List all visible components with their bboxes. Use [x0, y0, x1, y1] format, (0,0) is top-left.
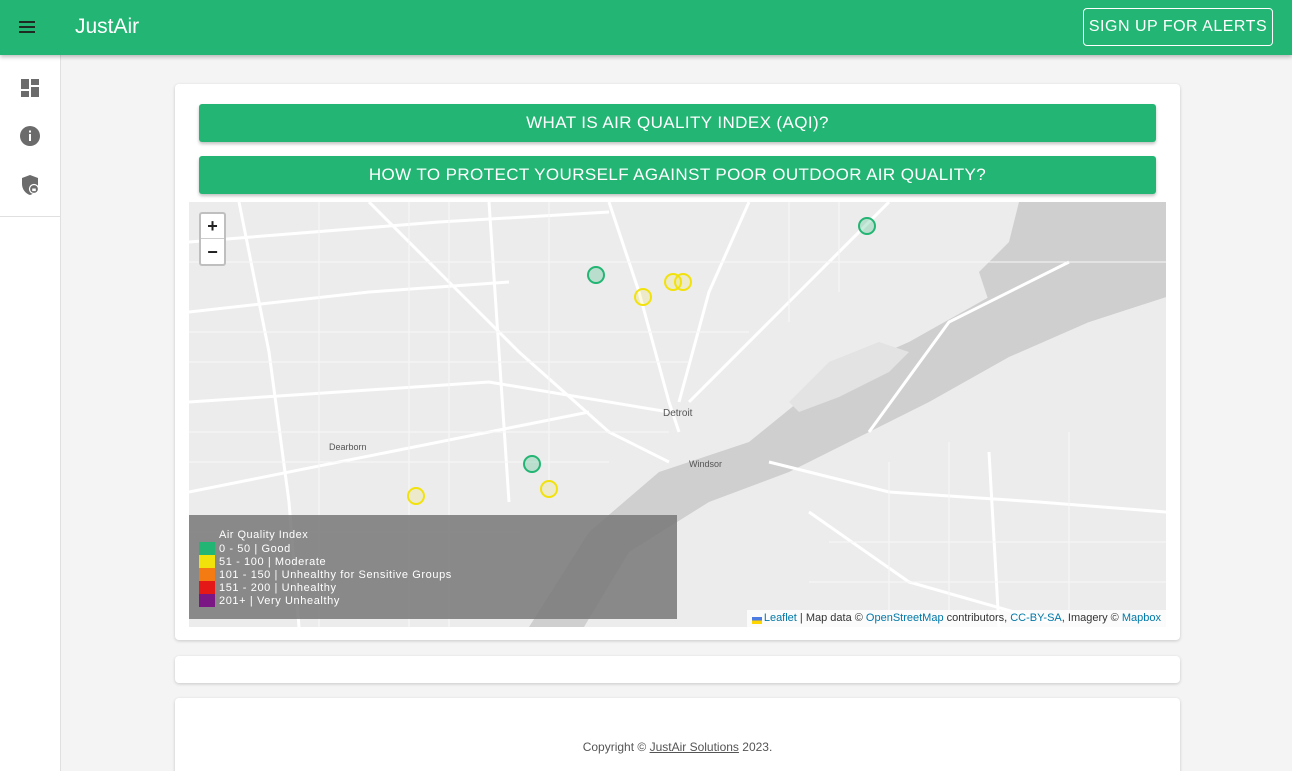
shield-lock-icon[interactable]: [18, 173, 42, 197]
dashboard-icon[interactable]: [18, 76, 42, 100]
legend-swatch-moderate: [199, 555, 215, 568]
aqi-marker-good[interactable]: [858, 217, 876, 235]
company-link[interactable]: JustAir Solutions: [650, 740, 739, 754]
drawer-divider: [0, 216, 60, 217]
info-icon[interactable]: [18, 124, 42, 148]
legend-swatch-good: [199, 542, 215, 555]
map-label-detroit: Detroit: [663, 408, 693, 419]
legend-label: 0 - 50 | Good: [219, 542, 291, 555]
attribution-text: contributors,: [943, 612, 1011, 624]
aqi-marker-moderate[interactable]: [634, 288, 652, 306]
aqi-marker-moderate[interactable]: [407, 487, 425, 505]
copyright-prefix: Copyright ©: [582, 740, 650, 754]
app-bar: JustAir SIGN UP FOR ALERTS: [0, 0, 1292, 55]
mapbox-link[interactable]: Mapbox: [1122, 612, 1161, 624]
aqi-map[interactable]: Detroit Windsor Dearborn + − Air Quality…: [189, 202, 1166, 627]
openstreetmap-link[interactable]: OpenStreetMap: [866, 612, 944, 624]
aqi-marker-good[interactable]: [587, 266, 605, 284]
aqi-marker-moderate[interactable]: [540, 480, 558, 498]
legend-item: 51 - 100 | Moderate: [199, 555, 677, 568]
legend-label: 101 - 150 | Unhealthy for Sensitive Grou…: [219, 568, 452, 581]
legend-swatch-very-unhealthy: [199, 594, 215, 607]
legend-item: 201+ | Very Unhealthy: [199, 594, 677, 607]
empty-card: [175, 656, 1180, 683]
app-title: JustAir: [75, 15, 140, 38]
legend-item: 0 - 50 | Good: [199, 542, 677, 555]
menu-icon[interactable]: [14, 14, 40, 40]
copyright-suffix: 2023.: [738, 740, 773, 754]
what-is-aqi-button[interactable]: WHAT IS AIR QUALITY INDEX (AQI)?: [199, 104, 1156, 142]
main-card: WHAT IS AIR QUALITY INDEX (AQI)? HOW TO …: [175, 84, 1180, 640]
legend-label: 201+ | Very Unhealthy: [219, 594, 340, 607]
license-link[interactable]: CC-BY-SA: [1010, 612, 1062, 624]
map-label-dearborn: Dearborn: [329, 442, 367, 452]
map-label-windsor: Windsor: [689, 459, 723, 469]
legend-swatch-usg: [199, 568, 215, 581]
zoom-out-button[interactable]: −: [201, 239, 224, 264]
protect-yourself-button[interactable]: HOW TO PROTECT YOURSELF AGAINST POOR OUT…: [199, 156, 1156, 194]
zoom-control: + −: [199, 212, 226, 266]
legend-title: Air Quality Index: [219, 529, 309, 541]
side-drawer: [0, 55, 61, 771]
attribution-text: | Map data ©: [796, 612, 866, 624]
map-attribution: Leaflet | Map data © OpenStreetMap contr…: [746, 610, 1166, 627]
copyright: Copyright © JustAir Solutions 2023.: [175, 740, 1180, 754]
legend-label: 51 - 100 | Moderate: [219, 555, 327, 568]
sign-up-for-alerts-button[interactable]: SIGN UP FOR ALERTS: [1083, 8, 1273, 46]
legend-swatch-unhealthy: [199, 581, 215, 594]
attribution-text: , Imagery ©: [1061, 612, 1122, 624]
ukraine-flag-icon: [751, 615, 762, 624]
zoom-in-button[interactable]: +: [201, 214, 224, 239]
legend-label: 151 - 200 | Unhealthy: [219, 581, 337, 594]
footer-card: Copyright © JustAir Solutions 2023.: [175, 698, 1180, 771]
legend-item: 151 - 200 | Unhealthy: [199, 581, 677, 594]
legend-item: 101 - 150 | Unhealthy for Sensitive Grou…: [199, 568, 677, 581]
aqi-marker-good[interactable]: [523, 455, 541, 473]
aqi-legend: Air Quality Index 0 - 50 | Good 51 - 100…: [189, 515, 677, 619]
leaflet-link[interactable]: Leaflet: [764, 612, 797, 624]
aqi-marker-moderate[interactable]: [674, 273, 692, 291]
